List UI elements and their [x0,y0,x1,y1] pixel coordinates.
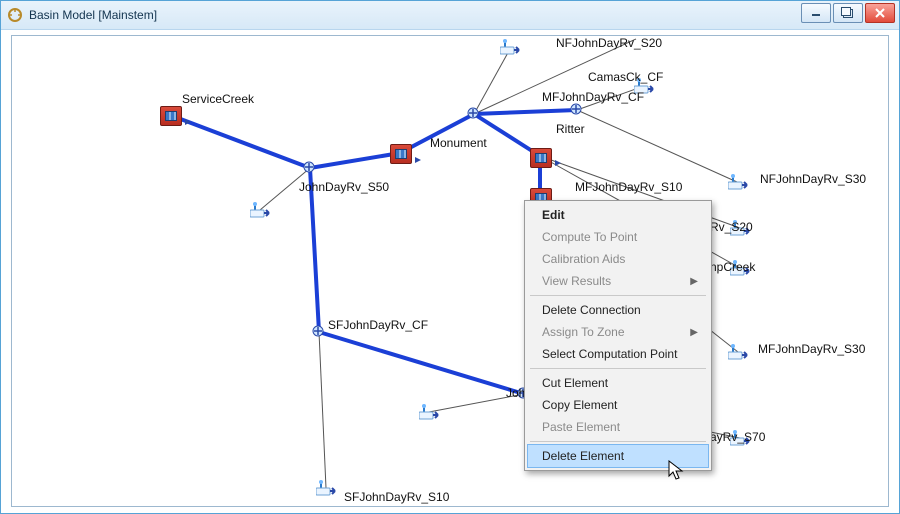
source-icon[interactable] [728,344,748,360]
menu-view-results[interactable]: View Results▶ [528,270,708,292]
node-label: JohnDayRv_S50 [299,180,389,194]
junction-icon[interactable] [311,324,329,338]
menu-cut-element[interactable]: Cut Element [528,372,708,394]
flow-arrow-icon [555,160,561,166]
menu-assign-to-zone[interactable]: Assign To Zone▶ [528,321,708,343]
menu-delete-element[interactable]: Delete Element [527,444,709,468]
node-label: Joh [506,386,525,400]
source-icon[interactable] [250,202,270,218]
source-icon[interactable] [419,404,439,420]
menu-calibration-aids[interactable]: Calibration Aids [528,248,708,270]
node-label: CamasCk_CF [588,70,663,84]
menu-copy-element[interactable]: Copy Element [528,394,708,416]
title-bar: Basin Model [Mainstem] [1,1,899,30]
window-controls [801,3,895,23]
node-label: Rv_S20 [710,220,753,234]
flow-arrow-icon [415,157,421,163]
junction-icon[interactable] [466,106,484,120]
close-button[interactable] [865,3,895,23]
menu-separator [530,368,706,369]
node-label: ServiceCreek [182,92,254,106]
source-icon[interactable] [500,39,520,55]
menu-edit[interactable]: Edit [528,204,708,226]
junction-icon[interactable] [569,102,587,116]
node-label: SFJohnDayRv_CF [328,318,428,332]
node-label: MFJohnDayRv_S30 [758,342,865,356]
source-icon[interactable] [316,480,336,496]
menu-compute-to-point[interactable]: Compute To Point [528,226,708,248]
node-label: ayRv_S70 [710,430,765,444]
subbasin-monument-icon[interactable] [390,144,412,164]
menu-delete-connection[interactable]: Delete Connection [528,299,708,321]
node-label: Monument [430,136,487,150]
chevron-right-icon: ▶ [690,327,698,338]
window-title: Basin Model [Mainstem] [29,8,157,22]
chevron-right-icon: ▶ [690,276,698,287]
context-menu: Edit Compute To Point Calibration Aids V… [524,200,712,471]
node-label: SFJohnDayRv_S10 [344,490,449,504]
flow-arrow-icon [185,119,191,125]
subbasin-servicecreek-icon[interactable] [160,106,182,126]
menu-separator [530,441,706,442]
menu-select-computation-point[interactable]: Select Computation Point [528,343,708,365]
node-label: NFJohnDayRv_S30 [760,172,866,186]
node-label: npCreek [710,260,755,274]
source-icon[interactable] [728,174,748,190]
app-window: Basin Model [Mainstem] [0,0,900,514]
maximize-button[interactable] [833,3,863,23]
menu-separator [530,295,706,296]
subbasin-ritter-icon[interactable] [530,148,552,168]
node-label: Ritter [556,122,585,136]
menu-paste-element[interactable]: Paste Element [528,416,708,438]
node-label: MFJohnDayRv_CF [542,90,644,104]
basin-canvas[interactable]: ServiceCreek JohnDayRv_S50 Monument Ritt… [11,35,889,507]
node-label: MFJohnDayRv_S10 [575,180,682,194]
app-icon [7,7,23,23]
node-label: NFJohnDayRv_S20 [556,36,662,50]
junction-icon[interactable] [302,160,320,174]
minimize-button[interactable] [801,3,831,23]
